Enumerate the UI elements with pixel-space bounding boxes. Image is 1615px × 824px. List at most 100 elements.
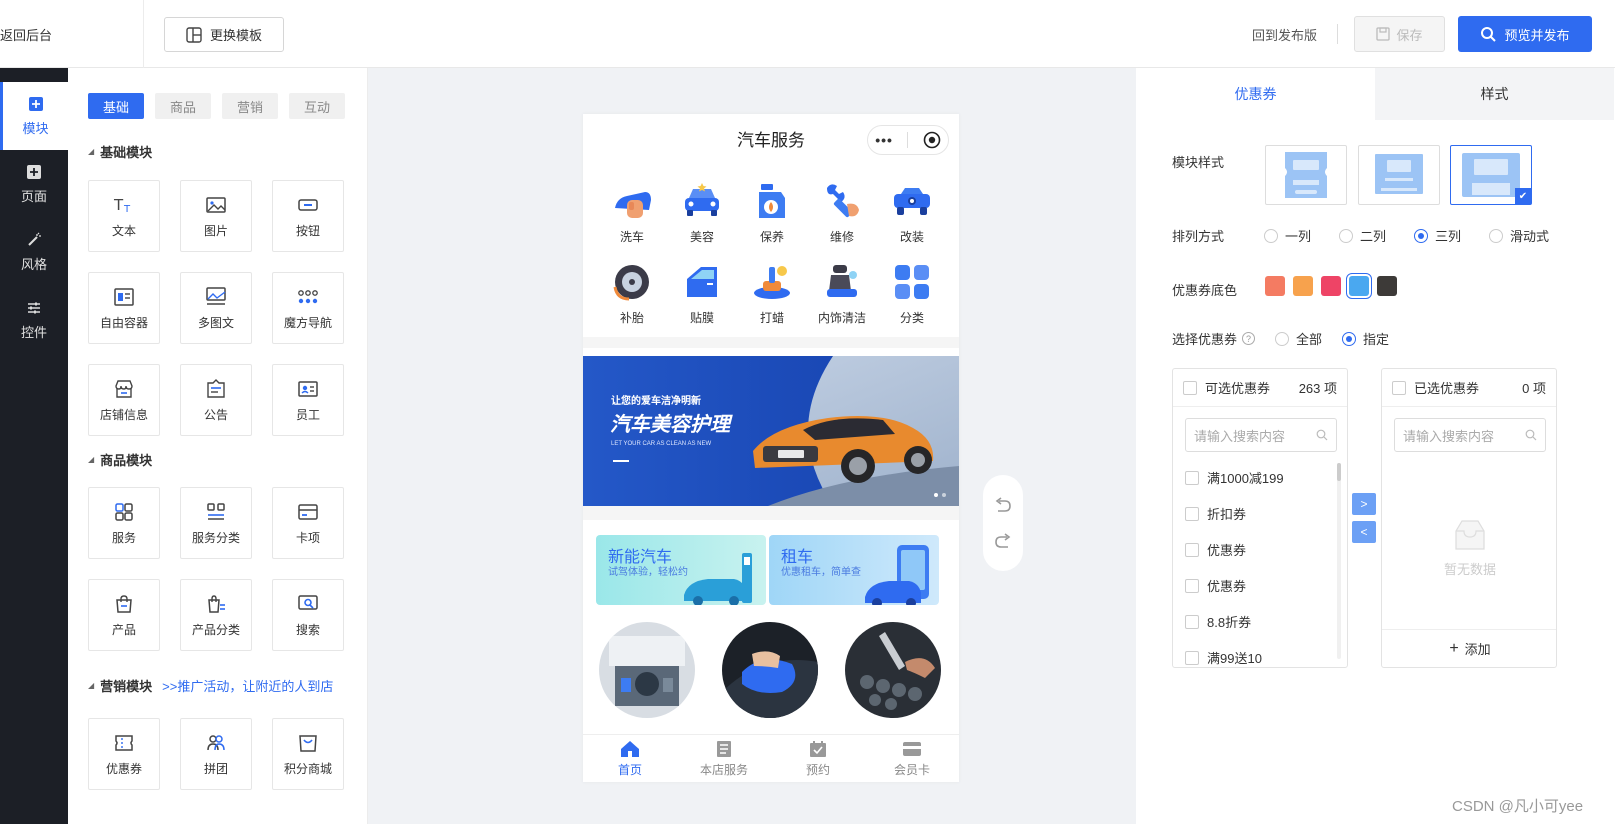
item-checkbox[interactable] (1185, 578, 1199, 593)
service-item-wash[interactable]: 洗车 (597, 180, 667, 245)
module-tile-staff[interactable]: 员工 (272, 364, 344, 436)
module-tile-search[interactable]: 搜索 (272, 579, 344, 651)
item-checkbox[interactable] (1185, 614, 1199, 629)
module-tile-store-info[interactable]: 店铺信息 (88, 364, 160, 436)
module-tile-free-container[interactable]: 自由容器 (88, 272, 160, 344)
section-title-basic[interactable]: ◢ 基础模块 (88, 142, 152, 161)
return-to-published-link[interactable]: 回到发布版 (1252, 25, 1317, 44)
list-item[interactable]: 8.8折券 (1185, 613, 1284, 630)
tab-basic[interactable]: 基础 (88, 93, 144, 119)
nav-item-pages[interactable]: 页面 (0, 150, 68, 218)
phone-tab-booking[interactable]: 预约 (771, 735, 865, 782)
undo-icon[interactable] (994, 497, 1012, 513)
service-item-beauty[interactable]: 美容 (667, 180, 737, 245)
promo-card-rental[interactable]: 租车 优惠租车，简单查 (769, 535, 939, 605)
service-item-maintenance[interactable]: 保养 (737, 180, 807, 245)
color-swatch-pink[interactable] (1321, 276, 1341, 296)
tab-coupon[interactable]: 优惠券 (1136, 68, 1375, 120)
basic-module-grid: TT 文本 图片 按钮 自由容器 多图文 魔方导航 店铺信息 公告 员工 (88, 180, 344, 436)
module-tile-product-category[interactable]: 产品分类 (180, 579, 252, 651)
layout-radio-one-column[interactable]: 一列 (1264, 226, 1311, 245)
list-item[interactable]: 满99送10 (1185, 649, 1284, 666)
tab-goods[interactable]: 商品 (155, 93, 211, 119)
module-tile-button[interactable]: 按钮 (272, 180, 344, 252)
item-checkbox[interactable] (1185, 470, 1199, 485)
preview-publish-button[interactable]: 预览并发布 (1458, 16, 1592, 52)
module-tile-magic-nav[interactable]: 魔方导航 (272, 272, 344, 344)
tile-label: 魔方导航 (283, 315, 332, 330)
service-item-repair[interactable]: 维修 (807, 180, 877, 245)
item-label: 优惠券 (1207, 543, 1247, 558)
save-button[interactable]: 保存 (1354, 16, 1445, 52)
style-option-1[interactable] (1265, 145, 1347, 205)
module-tile-points-mall[interactable]: 积分商城 (272, 718, 344, 790)
item-checkbox[interactable] (1185, 506, 1199, 521)
move-right-button[interactable]: > (1352, 493, 1376, 515)
back-to-admin-link[interactable]: 返回后台 (0, 25, 52, 44)
service-item-film[interactable]: 贴膜 (667, 261, 737, 326)
redo-icon[interactable] (994, 533, 1012, 549)
selected-search-input[interactable]: 请输入搜索内容 (1394, 418, 1546, 452)
color-swatch-orange-red[interactable] (1265, 276, 1285, 296)
service-item-wax[interactable]: 打蜡 (737, 261, 807, 326)
module-tile-service[interactable]: 服务 (88, 487, 160, 559)
section-title-marketing[interactable]: ◢ 营销模块 >>推广活动，让附近的人到店 (88, 676, 333, 695)
select-all-checkbox[interactable] (1183, 380, 1197, 395)
select-all-checkbox[interactable] (1392, 380, 1406, 395)
move-left-button[interactable]: < (1352, 521, 1376, 543)
phone-tab-member-card[interactable]: 会员卡 (865, 735, 959, 782)
color-swatch-black[interactable] (1377, 276, 1397, 296)
list-item[interactable]: 折扣券 (1185, 505, 1284, 522)
help-icon[interactable]: ? (1242, 332, 1256, 345)
module-tile-product[interactable]: 产品 (88, 579, 160, 651)
module-tile-text[interactable]: TT 文本 (88, 180, 160, 252)
layout-radio-slide[interactable]: 滑动式 (1489, 226, 1549, 245)
nav-item-style[interactable]: 风格 (0, 218, 68, 286)
color-swatch-blue[interactable] (1346, 273, 1372, 299)
nav-item-controls[interactable]: 控件 (0, 286, 68, 354)
layout-radio-two-columns[interactable]: 二列 (1339, 226, 1386, 245)
section-title-goods[interactable]: ◢ 商品模块 (88, 450, 152, 469)
tab-interaction[interactable]: 互动 (289, 93, 345, 119)
change-template-button[interactable]: 更换模板 (164, 17, 284, 52)
module-tile-multi-image-text[interactable]: 多图文 (180, 272, 252, 344)
style-option-2[interactable] (1358, 145, 1440, 205)
scrollbar-track[interactable] (1337, 463, 1341, 659)
service-item-tire[interactable]: 补胎 (597, 261, 667, 326)
cleaning-photo (722, 622, 818, 718)
nav-item-label: 模块 (22, 120, 49, 136)
style-option-3[interactable]: ✔ (1450, 145, 1532, 205)
tab-style[interactable]: 样式 (1375, 68, 1614, 120)
service-item-interior-clean[interactable]: 内饰清洁 (807, 261, 877, 326)
module-tile-service-category[interactable]: 服务分类 (180, 487, 252, 559)
service-item-modify[interactable]: 改装 (877, 180, 947, 245)
available-search-input[interactable]: 请输入搜索内容 (1185, 418, 1337, 452)
list-item[interactable]: 优惠券 (1185, 577, 1284, 594)
item-checkbox[interactable] (1185, 650, 1199, 665)
scrollbar-thumb[interactable] (1337, 463, 1341, 481)
service-item-category[interactable]: 分类 (877, 261, 947, 326)
photo-car-cleaning[interactable] (722, 622, 818, 718)
module-tile-coupon[interactable]: 优惠券 (88, 718, 160, 790)
module-tile-notice[interactable]: 公告 (180, 364, 252, 436)
photo-tools[interactable] (845, 622, 941, 718)
module-tile-group-buy[interactable]: 拼团 (180, 718, 252, 790)
module-tile-card-item[interactable]: 卡项 (272, 487, 344, 559)
add-coupon-button[interactable]: + 添加 (1382, 629, 1556, 667)
phone-tab-home[interactable]: 首页 (583, 735, 677, 782)
item-checkbox[interactable] (1185, 542, 1199, 557)
layout-radio-three-columns[interactable]: 三列 (1414, 226, 1461, 245)
phone-tab-services[interactable]: 本店服务 (677, 735, 771, 782)
promo-card-new-energy[interactable]: 新能汽车 试驾体验，轻松约 (596, 535, 766, 605)
list-item[interactable]: 满1000减199 (1185, 469, 1284, 486)
nav-item-modules[interactable]: 模块 (0, 82, 68, 150)
select-radio-specified[interactable]: 指定 (1342, 329, 1389, 348)
color-swatch-orange[interactable] (1293, 276, 1313, 296)
photo-engine-bay[interactable] (599, 622, 695, 718)
properties-panel: 优惠券 样式 模块样式 ✔ 排列方式 一列 二列 三列 滑动式 优惠券底色 选择… (1136, 68, 1615, 824)
module-tile-image[interactable]: 图片 (180, 180, 252, 252)
banner-carousel[interactable]: 让您的爱车洁净明新 汽车美容护理 LET YOUR CAR AS CLEAN A… (583, 356, 959, 506)
tab-marketing[interactable]: 营销 (222, 93, 278, 119)
list-item[interactable]: 优惠券 (1185, 541, 1284, 558)
select-radio-all[interactable]: 全部 (1275, 329, 1322, 348)
